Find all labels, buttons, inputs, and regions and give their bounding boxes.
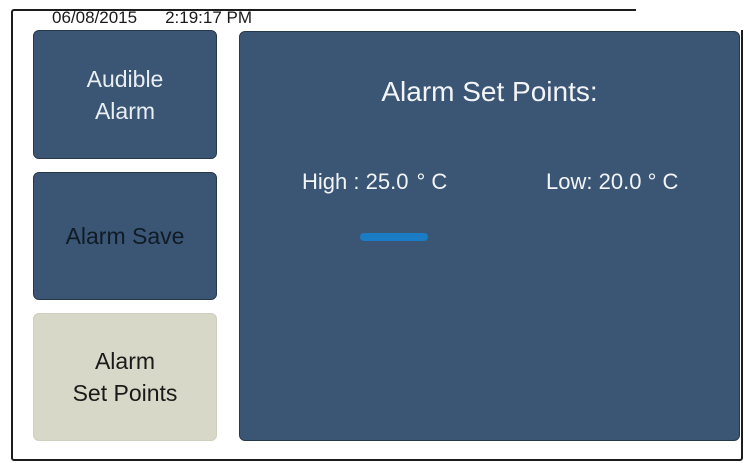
alarm-save-label: Alarm Save — [65, 223, 185, 249]
alarm-set-points-label: Alarm Set Points — [72, 348, 178, 406]
low-unit: ° C — [647, 169, 679, 194]
status-time: 2:19:17 PM — [165, 8, 253, 27]
high-value-edit-cursor — [360, 233, 428, 241]
frame-corner-mask — [636, 0, 749, 30]
audible-alarm-button[interactable]: Audible Alarm — [33, 30, 217, 159]
alarm-save-button[interactable]: Alarm Save — [33, 172, 217, 300]
high-label: High : — [302, 169, 360, 194]
low-setpoint[interactable]: Low: 20.0 ° C — [546, 168, 678, 196]
high-value-field[interactable]: 25.0 — [366, 168, 409, 196]
low-value-field[interactable]: 20.0 — [599, 169, 642, 194]
alarm-set-points-panel: Alarm Set Points: High : 25.0 ° C Low: 20… — [239, 31, 740, 441]
alarm-set-points-button[interactable]: Alarm Set Points — [33, 313, 217, 441]
high-setpoint: High : 25.0 ° C — [302, 168, 447, 196]
status-date: 06/08/2015 — [52, 8, 138, 27]
status-bar: 06/08/2015 2:19:17 PM — [52, 8, 252, 28]
low-label: Low: — [546, 169, 593, 194]
panel-title: Alarm Set Points: — [381, 76, 598, 107]
high-unit: ° C — [416, 169, 448, 194]
audible-alarm-label: Audible Alarm — [86, 65, 164, 124]
